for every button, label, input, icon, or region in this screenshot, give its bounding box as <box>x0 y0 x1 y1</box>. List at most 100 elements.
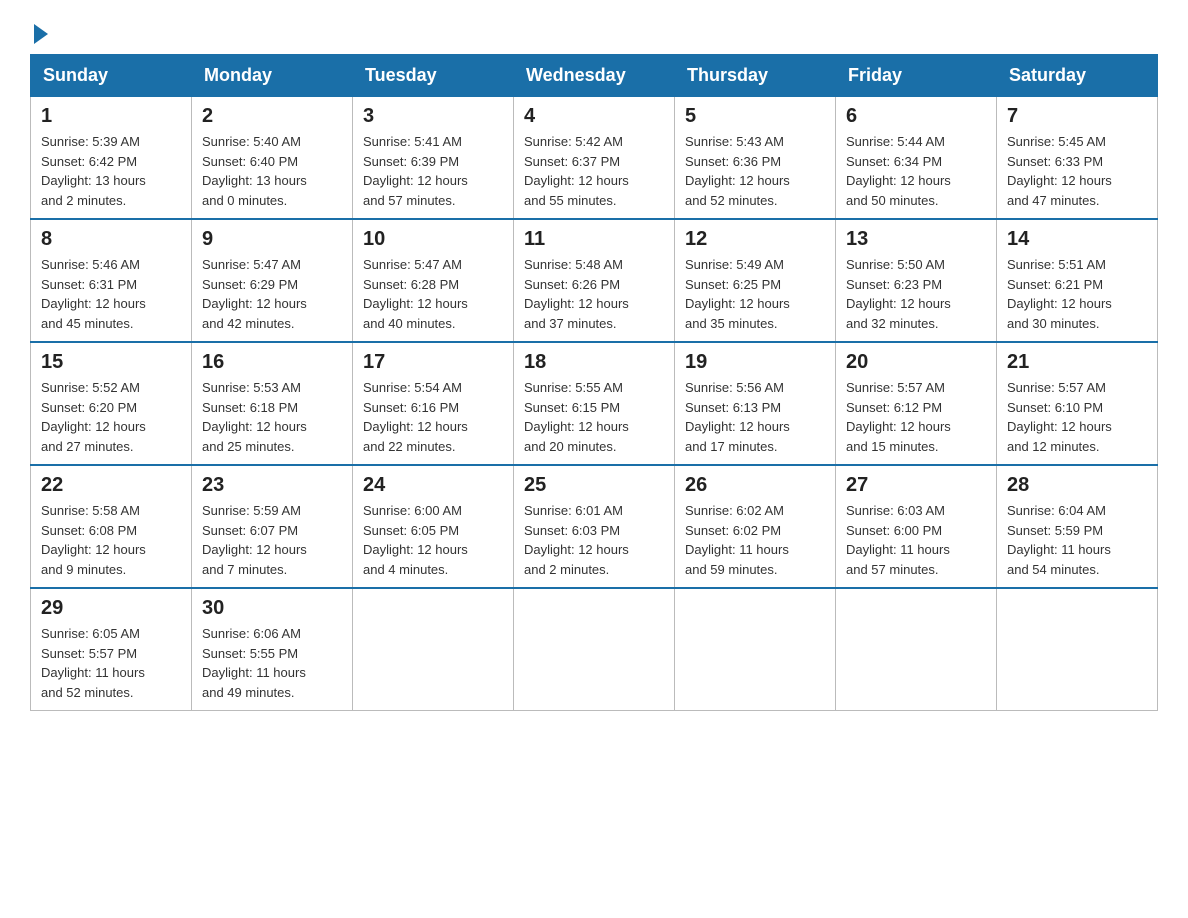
header-wednesday: Wednesday <box>514 55 675 97</box>
day-number: 11 <box>524 228 664 251</box>
day-number: 21 <box>1007 351 1147 374</box>
day-number: 18 <box>524 351 664 374</box>
day-info: Sunrise: 5:49 AMSunset: 6:25 PMDaylight:… <box>685 255 825 333</box>
header-sunday: Sunday <box>31 55 192 97</box>
calendar-cell: 7 Sunrise: 5:45 AMSunset: 6:33 PMDaylight… <box>997 97 1158 220</box>
day-info: Sunrise: 5:52 AMSunset: 6:20 PMDaylight:… <box>41 378 181 456</box>
day-number: 5 <box>685 105 825 128</box>
header-saturday: Saturday <box>997 55 1158 97</box>
day-number: 25 <box>524 474 664 497</box>
calendar-cell: 8Sunrise: 5:46 AMSunset: 6:31 PMDaylight… <box>31 219 192 342</box>
day-info: Sunrise: 6:05 AMSunset: 5:57 PMDaylight:… <box>41 624 181 702</box>
header-tuesday: Tuesday <box>353 55 514 97</box>
calendar-cell: 9 Sunrise: 5:47 AMSunset: 6:29 PMDaylight… <box>192 219 353 342</box>
day-number: 19 <box>685 351 825 374</box>
logo-arrow-icon <box>34 24 48 44</box>
calendar-cell: 15 Sunrise: 5:52 AMSunset: 6:20 PMDayligh… <box>31 342 192 465</box>
day-info: Sunrise: 5:57 AMSunset: 6:12 PMDaylight:… <box>846 378 986 456</box>
calendar-cell: 4 Sunrise: 5:42 AMSunset: 6:37 PMDaylight… <box>514 97 675 220</box>
week-row-5: 29 Sunrise: 6:05 AMSunset: 5:57 PMDayligh… <box>31 588 1158 711</box>
day-info: Sunrise: 5:45 AMSunset: 6:33 PMDaylight:… <box>1007 132 1147 210</box>
calendar-cell <box>353 588 514 711</box>
day-info: Sunrise: 5:42 AMSunset: 6:37 PMDaylight:… <box>524 132 664 210</box>
day-number: 4 <box>524 105 664 128</box>
calendar-cell: 19 Sunrise: 5:56 AMSunset: 6:13 PMDayligh… <box>675 342 836 465</box>
day-info: Sunrise: 5:57 AMSunset: 6:10 PMDaylight:… <box>1007 378 1147 456</box>
calendar-cell: 21 Sunrise: 5:57 AMSunset: 6:10 PMDayligh… <box>997 342 1158 465</box>
calendar-cell <box>675 588 836 711</box>
calendar-cell: 24Sunrise: 6:00 AMSunset: 6:05 PMDayligh… <box>353 465 514 588</box>
day-number: 7 <box>1007 105 1147 128</box>
calendar-cell: 30Sunrise: 6:06 AMSunset: 5:55 PMDayligh… <box>192 588 353 711</box>
calendar-cell: 18 Sunrise: 5:55 AMSunset: 6:15 PMDayligh… <box>514 342 675 465</box>
header-friday: Friday <box>836 55 997 97</box>
calendar-cell: 17Sunrise: 5:54 AMSunset: 6:16 PMDayligh… <box>353 342 514 465</box>
calendar-cell: 6 Sunrise: 5:44 AMSunset: 6:34 PMDaylight… <box>836 97 997 220</box>
calendar-cell: 29 Sunrise: 6:05 AMSunset: 5:57 PMDayligh… <box>31 588 192 711</box>
day-number: 6 <box>846 105 986 128</box>
day-info: Sunrise: 5:55 AMSunset: 6:15 PMDaylight:… <box>524 378 664 456</box>
day-info: Sunrise: 5:39 AMSunset: 6:42 PMDaylight:… <box>41 132 181 210</box>
day-info: Sunrise: 6:02 AMSunset: 6:02 PMDaylight:… <box>685 501 825 579</box>
calendar-cell: 3Sunrise: 5:41 AMSunset: 6:39 PMDaylight… <box>353 97 514 220</box>
week-row-1: 1 Sunrise: 5:39 AMSunset: 6:42 PMDaylight… <box>31 97 1158 220</box>
week-row-4: 22 Sunrise: 5:58 AMSunset: 6:08 PMDayligh… <box>31 465 1158 588</box>
calendar-cell: 25 Sunrise: 6:01 AMSunset: 6:03 PMDayligh… <box>514 465 675 588</box>
day-number: 13 <box>846 228 986 251</box>
day-number: 16 <box>202 351 342 374</box>
day-number: 20 <box>846 351 986 374</box>
day-info: Sunrise: 5:47 AMSunset: 6:29 PMDaylight:… <box>202 255 342 333</box>
calendar-cell: 11 Sunrise: 5:48 AMSunset: 6:26 PMDayligh… <box>514 219 675 342</box>
calendar-cell: 27Sunrise: 6:03 AMSunset: 6:00 PMDayligh… <box>836 465 997 588</box>
day-number: 23 <box>202 474 342 497</box>
day-number: 2 <box>202 105 342 128</box>
calendar-cell <box>997 588 1158 711</box>
day-info: Sunrise: 5:59 AMSunset: 6:07 PMDaylight:… <box>202 501 342 579</box>
day-number: 22 <box>41 474 181 497</box>
weekday-header-row: SundayMondayTuesdayWednesdayThursdayFrid… <box>31 55 1158 97</box>
day-info: Sunrise: 6:04 AMSunset: 5:59 PMDaylight:… <box>1007 501 1147 579</box>
calendar-cell: 26 Sunrise: 6:02 AMSunset: 6:02 PMDayligh… <box>675 465 836 588</box>
calendar-cell: 23 Sunrise: 5:59 AMSunset: 6:07 PMDayligh… <box>192 465 353 588</box>
calendar-cell <box>514 588 675 711</box>
day-info: Sunrise: 5:53 AMSunset: 6:18 PMDaylight:… <box>202 378 342 456</box>
day-number: 15 <box>41 351 181 374</box>
day-number: 26 <box>685 474 825 497</box>
calendar-cell: 2 Sunrise: 5:40 AMSunset: 6:40 PMDaylight… <box>192 97 353 220</box>
header-monday: Monday <box>192 55 353 97</box>
day-info: Sunrise: 5:56 AMSunset: 6:13 PMDaylight:… <box>685 378 825 456</box>
calendar-cell: 12Sunrise: 5:49 AMSunset: 6:25 PMDayligh… <box>675 219 836 342</box>
day-number: 1 <box>41 105 181 128</box>
calendar-cell: 22 Sunrise: 5:58 AMSunset: 6:08 PMDayligh… <box>31 465 192 588</box>
day-info: Sunrise: 5:44 AMSunset: 6:34 PMDaylight:… <box>846 132 986 210</box>
day-info: Sunrise: 6:01 AMSunset: 6:03 PMDaylight:… <box>524 501 664 579</box>
calendar-cell: 1 Sunrise: 5:39 AMSunset: 6:42 PMDaylight… <box>31 97 192 220</box>
day-number: 24 <box>363 474 503 497</box>
day-info: Sunrise: 5:40 AMSunset: 6:40 PMDaylight:… <box>202 132 342 210</box>
calendar-cell <box>836 588 997 711</box>
day-number: 27 <box>846 474 986 497</box>
day-number: 17 <box>363 351 503 374</box>
logo <box>30 20 48 44</box>
calendar-cell: 28 Sunrise: 6:04 AMSunset: 5:59 PMDayligh… <box>997 465 1158 588</box>
calendar-cell: 13 Sunrise: 5:50 AMSunset: 6:23 PMDayligh… <box>836 219 997 342</box>
day-number: 3 <box>363 105 503 128</box>
calendar-cell: 5 Sunrise: 5:43 AMSunset: 6:36 PMDaylight… <box>675 97 836 220</box>
calendar-cell: 20 Sunrise: 5:57 AMSunset: 6:12 PMDayligh… <box>836 342 997 465</box>
page-header <box>30 20 1158 44</box>
day-number: 9 <box>202 228 342 251</box>
day-number: 8 <box>41 228 181 251</box>
calendar-cell: 16 Sunrise: 5:53 AMSunset: 6:18 PMDayligh… <box>192 342 353 465</box>
calendar-cell: 10Sunrise: 5:47 AMSunset: 6:28 PMDayligh… <box>353 219 514 342</box>
calendar-cell: 14 Sunrise: 5:51 AMSunset: 6:21 PMDayligh… <box>997 219 1158 342</box>
day-info: Sunrise: 5:50 AMSunset: 6:23 PMDaylight:… <box>846 255 986 333</box>
day-info: Sunrise: 5:48 AMSunset: 6:26 PMDaylight:… <box>524 255 664 333</box>
day-info: Sunrise: 5:43 AMSunset: 6:36 PMDaylight:… <box>685 132 825 210</box>
day-info: Sunrise: 5:58 AMSunset: 6:08 PMDaylight:… <box>41 501 181 579</box>
day-number: 28 <box>1007 474 1147 497</box>
day-number: 14 <box>1007 228 1147 251</box>
day-number: 29 <box>41 597 181 620</box>
week-row-3: 15 Sunrise: 5:52 AMSunset: 6:20 PMDayligh… <box>31 342 1158 465</box>
day-info: Sunrise: 5:51 AMSunset: 6:21 PMDaylight:… <box>1007 255 1147 333</box>
calendar-table: SundayMondayTuesdayWednesdayThursdayFrid… <box>30 54 1158 711</box>
